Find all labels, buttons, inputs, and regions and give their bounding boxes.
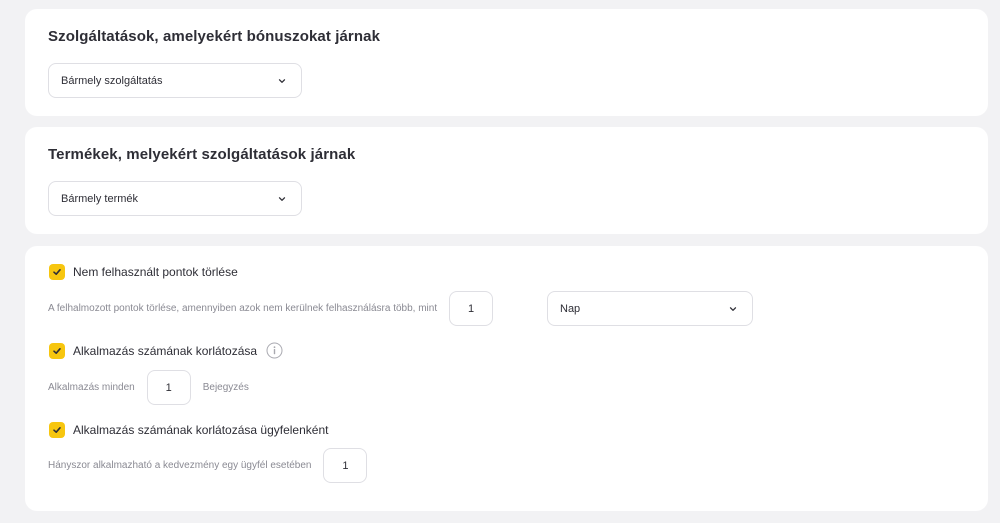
check-icon xyxy=(53,427,61,433)
limit-per-customer-checkbox[interactable] xyxy=(49,422,65,438)
delete-points-detail: A felhalmozott pontok törlése, amennyibe… xyxy=(48,291,494,326)
delete-points-days-input[interactable] xyxy=(449,291,494,326)
delete-points-unit-value: Nap xyxy=(560,302,581,315)
limit-per-customer-label: Alkalmazás számának korlátozása ügyfelen… xyxy=(73,423,329,437)
delete-points-checkbox[interactable] xyxy=(49,264,65,280)
delete-points-row: Nem felhasznált pontok törlése xyxy=(49,264,238,280)
services-title: Szolgáltatások, amelyekért bónuszokat já… xyxy=(48,28,381,45)
products-select-value: Bármely termék xyxy=(61,192,139,205)
settings-card: Nem felhasznált pontok törlése A felhalm… xyxy=(25,246,988,511)
chevron-down-icon xyxy=(277,194,287,204)
limit-usage-prefix: Alkalmazás minden xyxy=(48,382,135,393)
services-select-value: Bármely szolgáltatás xyxy=(61,74,163,87)
limit-per-customer-detail: Hányszor alkalmazható a kedvezmény egy ü… xyxy=(48,448,368,483)
limit-per-customer-input[interactable] xyxy=(323,448,368,483)
limit-usage-row: Alkalmazás számának korlátozása xyxy=(49,342,283,359)
limit-usage-detail: Alkalmazás minden Bejegyzés xyxy=(48,370,249,405)
delete-points-description: A felhalmozott pontok törlése, amennyibe… xyxy=(48,303,438,314)
products-title: Termékek, melyekért szolgáltatások járna… xyxy=(48,146,356,163)
limit-usage-label: Alkalmazás számának korlátozása xyxy=(73,343,258,358)
services-card: Szolgáltatások, amelyekért bónuszokat já… xyxy=(25,9,988,116)
check-icon xyxy=(53,269,61,275)
products-select[interactable]: Bármely termék xyxy=(48,181,302,216)
limit-usage-checkbox[interactable] xyxy=(49,342,65,359)
delete-points-label: Nem felhasznált pontok törlése xyxy=(73,265,238,279)
chevron-down-icon xyxy=(277,76,287,86)
services-select[interactable]: Bármely szolgáltatás xyxy=(48,63,302,98)
limit-per-customer-description: Hányszor alkalmazható a kedvezmény egy ü… xyxy=(48,460,312,471)
info-icon[interactable] xyxy=(266,342,283,359)
check-icon xyxy=(53,347,61,354)
delete-points-unit-select[interactable]: Nap xyxy=(547,291,753,326)
limit-usage-input[interactable] xyxy=(146,370,191,405)
limit-per-customer-row: Alkalmazás számának korlátozása ügyfelen… xyxy=(49,422,328,438)
chevron-down-icon xyxy=(728,304,738,314)
limit-usage-suffix: Bejegyzés xyxy=(202,382,249,393)
products-card: Termékek, melyekért szolgáltatások járna… xyxy=(25,127,988,234)
